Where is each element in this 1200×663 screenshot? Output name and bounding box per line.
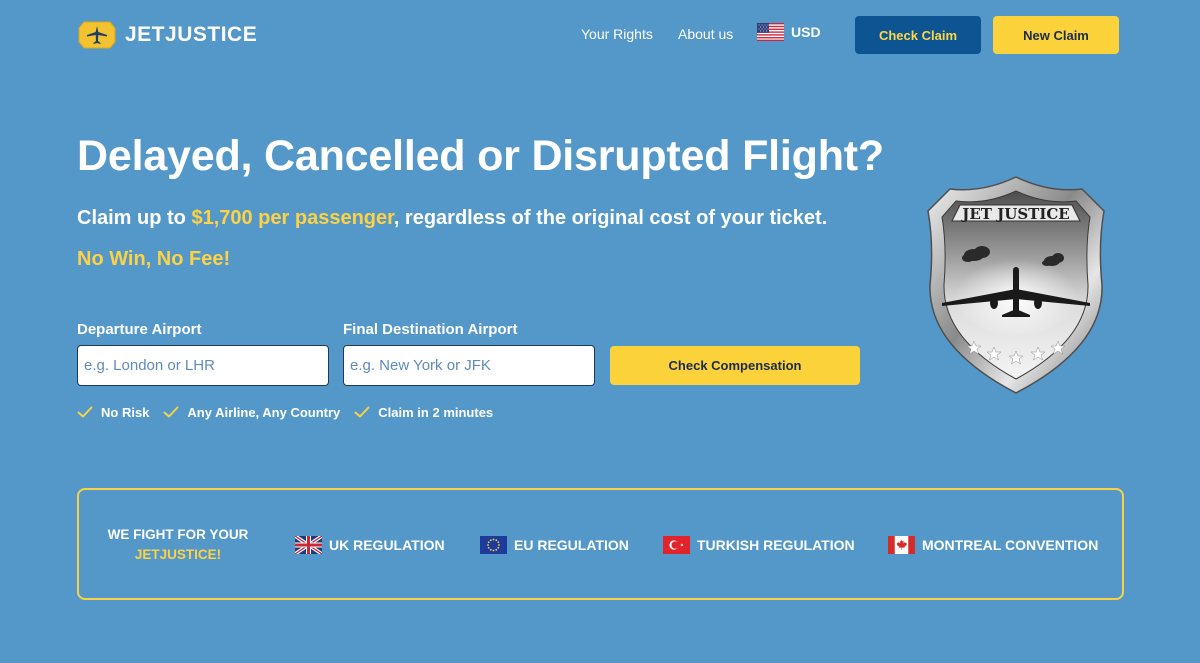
departure-label: Departure Airport xyxy=(77,321,202,338)
check-claim-button[interactable]: Check Claim xyxy=(855,16,981,54)
currency-label: USD xyxy=(791,24,821,40)
regulation-turkey[interactable]: TURKISH REGULATION xyxy=(663,535,855,555)
jet-justice-shield-badge: JET JUSTICE xyxy=(927,176,1105,394)
feature-label: No Risk xyxy=(101,404,150,420)
hero-tagline: No Win, No Fee! xyxy=(77,248,231,270)
fight-statement: WE FIGHT FOR YOUR JETJUSTICE! xyxy=(107,525,249,565)
regulation-label: TURKISH REGULATION xyxy=(697,537,855,553)
badge-text: JET JUSTICE xyxy=(960,205,1069,223)
destination-label: Final Destination Airport xyxy=(343,321,518,338)
canada-flag-icon xyxy=(888,536,915,554)
regulations-panel: WE FIGHT FOR YOUR JETJUSTICE! UK REGULAT… xyxy=(77,488,1124,600)
subtitle-suffix: , regardless of the original cost of you… xyxy=(393,207,828,229)
eu-flag-icon xyxy=(480,536,507,554)
fight-line-1: WE FIGHT FOR YOUR xyxy=(107,527,249,542)
us-flag-icon xyxy=(757,23,784,41)
feature-item: Any Airline, Any Country xyxy=(163,405,340,420)
plane-badge-icon xyxy=(78,21,116,49)
subtitle-prefix: Claim up to xyxy=(77,207,192,229)
site-header: JETJUSTICE Your Rights About us USD Chec… xyxy=(0,0,1200,70)
regulation-montreal[interactable]: MONTREAL CONVENTION xyxy=(888,535,1098,555)
check-icon xyxy=(163,406,179,418)
regulation-label: UK REGULATION xyxy=(329,537,445,553)
check-compensation-button[interactable]: Check Compensation xyxy=(610,346,860,385)
regulation-label: MONTREAL CONVENTION xyxy=(922,537,1099,553)
feature-item: Claim in 2 minutes xyxy=(354,405,493,420)
feature-item: No Risk xyxy=(77,405,149,420)
check-icon xyxy=(77,406,93,418)
subtitle-highlight: $1,700 per passenger xyxy=(191,207,394,229)
feature-label: Any Airline, Any Country xyxy=(187,404,341,420)
hero-title: Delayed, Cancelled or Disrupted Flight? xyxy=(77,132,884,180)
check-icon xyxy=(354,406,370,418)
hero-subtitle: Claim up to $1,700 per passenger, regard… xyxy=(77,207,827,230)
uk-flag-icon xyxy=(295,536,322,554)
currency-selector[interactable]: USD xyxy=(757,22,821,42)
nav-your-rights[interactable]: Your Rights xyxy=(581,26,653,42)
nav-about-us[interactable]: About us xyxy=(678,26,733,42)
new-claim-button[interactable]: New Claim xyxy=(993,16,1119,54)
turkey-flag-icon xyxy=(663,536,690,554)
regulation-eu[interactable]: EU REGULATION xyxy=(480,535,629,555)
fight-line-2: JETJUSTICE! xyxy=(134,547,222,562)
regulation-label: EU REGULATION xyxy=(514,537,629,553)
destination-airport-input[interactable] xyxy=(343,345,595,386)
departure-airport-input[interactable] xyxy=(77,345,329,386)
brand-logo[interactable]: JETJUSTICE xyxy=(78,20,257,50)
regulation-uk[interactable]: UK REGULATION xyxy=(295,535,445,555)
feature-label: Claim in 2 minutes xyxy=(378,404,494,420)
feature-list: No Risk Any Airline, Any Country Claim i… xyxy=(77,403,507,421)
brand-name: JETJUSTICE xyxy=(125,23,258,46)
